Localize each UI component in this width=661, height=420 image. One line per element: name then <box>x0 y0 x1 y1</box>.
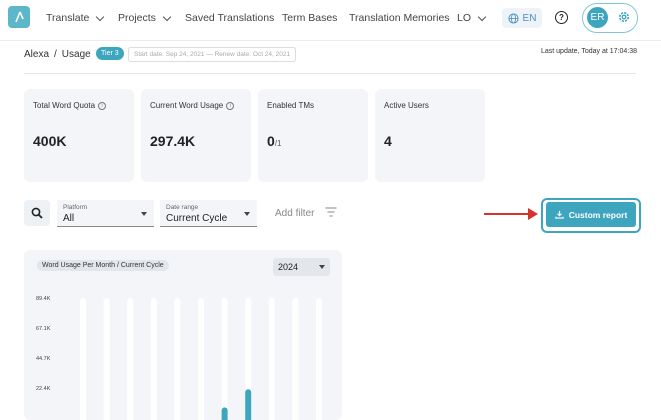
breadcrumb: Alexa / Usage <box>24 49 91 60</box>
chevron-down-icon <box>477 12 487 21</box>
stat-card-label-wrap: Total Word Quota i <box>33 101 107 110</box>
search-icon <box>31 207 43 219</box>
download-icon <box>555 210 564 219</box>
help-icon[interactable]: ? <box>555 11 568 24</box>
info-icon[interactable]: i <box>98 101 107 110</box>
stat-card-current-word-usage: Current Word Usage i 297.4K <box>141 89 251 182</box>
subscription-dates: Start date: Sep 24, 2021 — Renew date: O… <box>128 47 297 62</box>
chevron-down-icon <box>96 12 105 21</box>
stat-card-label: Active Users <box>384 101 429 110</box>
dropdown-arrow-icon <box>244 212 250 216</box>
bar-track <box>127 298 134 420</box>
bar-track <box>268 298 275 420</box>
custom-report-label: Custom report <box>568 209 628 220</box>
stat-card-label-wrap: Current Word Usage i <box>150 101 235 110</box>
stat-card-value: 400K <box>33 133 67 149</box>
stat-card-label: Total Word Quota <box>33 101 96 110</box>
stat-card-value: 297.4K <box>150 133 196 149</box>
bar-track <box>292 298 299 420</box>
bar-track <box>198 298 204 420</box>
nav-saved-translations[interactable]: Saved Translations <box>185 12 274 24</box>
stat-card-label-wrap: Active Users <box>384 101 429 110</box>
info-icon[interactable]: i <box>226 101 235 110</box>
stat-card-label-wrap: Enabled TMs <box>267 101 314 110</box>
stat-card-active-users: Active Users 4 <box>375 89 485 182</box>
date-range-select[interactable]: Date range Current Cycle <box>160 200 257 227</box>
profile-menu[interactable]: ER <box>582 3 638 33</box>
language-label: EN <box>522 12 537 24</box>
date-range-select-value: Current Cycle <box>166 213 228 224</box>
nav-translation-memories[interactable]: Translation Memories <box>349 12 450 24</box>
nav-translation-memories-label: Translation Memories <box>349 12 450 24</box>
nav-projects[interactable]: Projects <box>118 12 172 24</box>
globe-icon <box>508 12 519 24</box>
word-usage-chart-card: Word Usage Per Month / Current Cycle 202… <box>24 250 342 420</box>
annotation-arrow-head <box>528 208 538 220</box>
word-usage-bar-chart: 89.4K 67.1K 44.7K 22.4K <box>36 296 322 420</box>
nav-term-bases[interactable]: Term Bases <box>282 12 337 24</box>
stat-card-label: Current Word Usage <box>150 101 224 110</box>
date-range-select-label: Date range <box>166 204 199 211</box>
y-tick-label: 67.1K <box>36 326 51 332</box>
filter-icon[interactable] <box>325 207 337 217</box>
nav-saved-translations-label: Saved Translations <box>185 12 275 24</box>
platform-select[interactable]: Platform All <box>57 200 154 227</box>
settings-icon[interactable] <box>617 10 631 24</box>
y-tick-label: 44.7K <box>36 356 51 362</box>
stat-card-value-wrap: 0/1 <box>267 133 281 149</box>
tier-badge: Tier 3 <box>96 47 124 60</box>
bar-track <box>316 298 322 420</box>
logo-icon[interactable] <box>8 6 30 28</box>
nav-lo-label: LO <box>457 12 472 24</box>
stat-card-total-word-quota: Total Word Quota i 400K <box>24 89 134 182</box>
bar-track <box>174 298 181 420</box>
custom-report-button[interactable]: Custom report <box>546 202 636 227</box>
bar-value[interactable] <box>245 389 252 420</box>
bar-track <box>80 298 86 420</box>
add-filter-button[interactable]: Add filter <box>275 208 314 219</box>
bar-track <box>221 298 228 420</box>
stat-card-enabled-tms: Enabled TMs 0/1 <box>258 89 368 182</box>
bar-value[interactable] <box>221 407 228 420</box>
dropdown-arrow-icon <box>141 212 147 216</box>
breadcrumb-parent[interactable]: Alexa <box>24 49 49 60</box>
annotation-arrow-line <box>484 213 532 215</box>
stat-card-label: Enabled TMs <box>267 101 314 110</box>
platform-select-value: All <box>63 213 75 224</box>
bar-track <box>103 298 110 420</box>
chevron-down-icon <box>162 12 172 21</box>
language-selector[interactable]: EN <box>502 8 542 28</box>
breadcrumb-separator: / <box>54 49 57 60</box>
y-tick-label: 22.4K <box>36 386 51 392</box>
top-navigation-bar: Translate Projects Saved Translations Te… <box>0 0 661 41</box>
nav-term-bases-label: Term Bases <box>282 12 338 24</box>
platform-select-label: Platform <box>63 204 88 211</box>
avatar[interactable]: ER <box>587 7 608 28</box>
nav-lo[interactable]: LO <box>457 12 487 24</box>
breadcrumb-current: Usage <box>61 49 91 60</box>
nav-translate-label: Translate <box>46 12 90 24</box>
stat-card-value: 4 <box>384 133 392 149</box>
stat-card-suffix: /1 <box>274 139 282 148</box>
divider <box>24 73 636 74</box>
bar-track <box>150 298 157 420</box>
last-update-text: Last update, Today at 17:04:38 <box>540 48 637 55</box>
search-button[interactable] <box>24 200 50 226</box>
nav-translate[interactable]: Translate <box>46 12 105 24</box>
nav-projects-label: Projects <box>118 12 156 24</box>
y-tick-label: 89.4K <box>36 296 51 302</box>
stat-card-value: 0 <box>267 133 275 149</box>
